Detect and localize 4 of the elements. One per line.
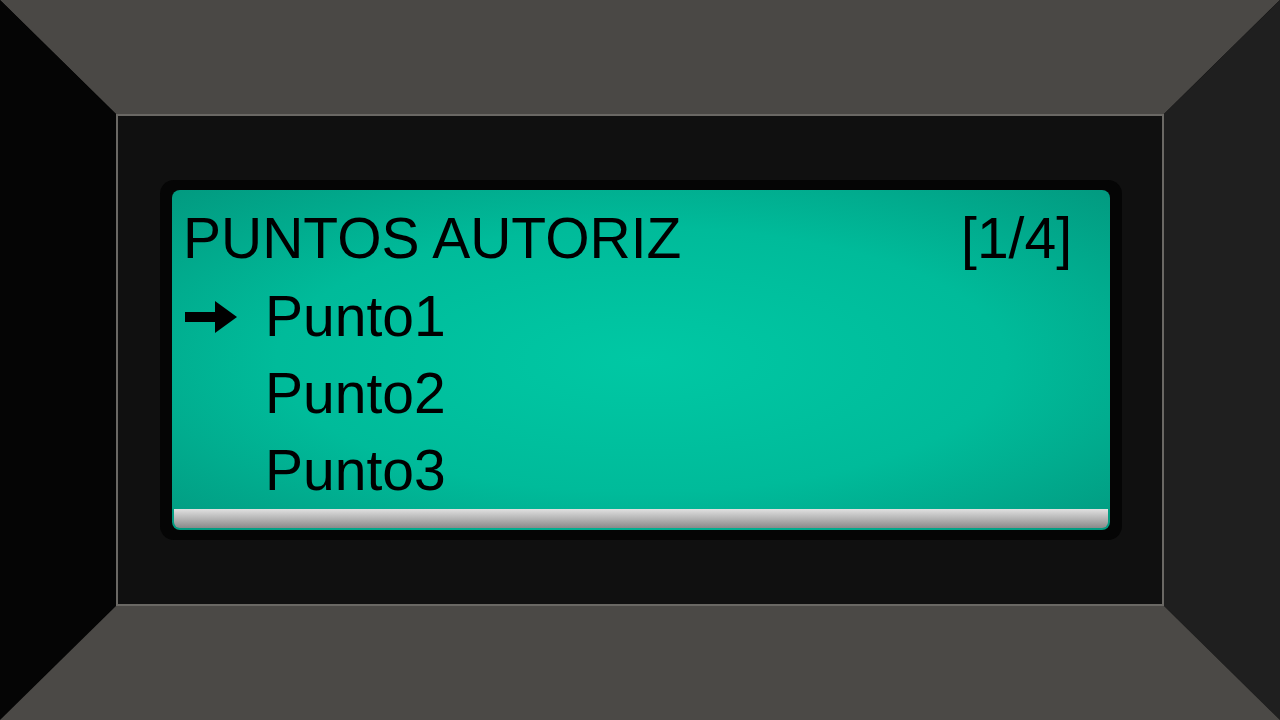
menu-item[interactable]: Punto2 xyxy=(265,365,446,422)
menu-item[interactable]: Punto1 xyxy=(265,288,446,345)
screen-title: PUNTOS AUTORIZ xyxy=(183,209,682,267)
menu-item[interactable]: Punto3 xyxy=(265,442,446,499)
